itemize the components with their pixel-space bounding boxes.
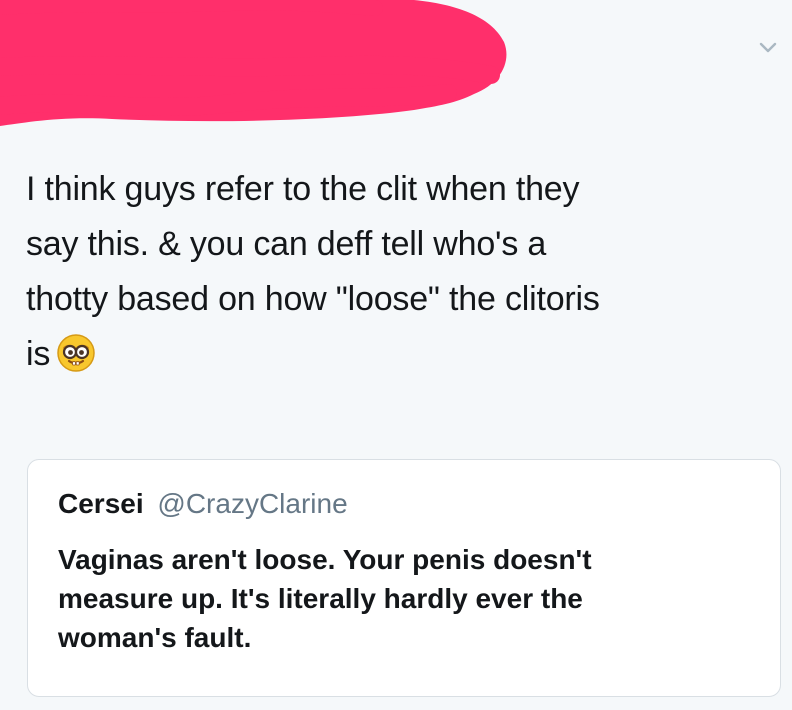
nerd-face-icon: [57, 334, 95, 372]
tweet-text-content: I think guys refer to the clit when they…: [26, 170, 600, 373]
quoted-author-name[interactable]: Cersei: [58, 488, 144, 519]
quoted-tweet-card[interactable]: Cersei @CrazyClarine Vaginas aren't loos…: [27, 459, 781, 697]
redacted-author-scribble: [0, 0, 507, 126]
chevron-down-icon: [759, 42, 777, 53]
quoted-tweet-header: Cersei @CrazyClarine: [58, 487, 348, 521]
tweet-card: I think guys refer to the clit when they…: [0, 0, 792, 710]
quoted-author-handle[interactable]: @CrazyClarine: [157, 488, 347, 519]
quoted-tweet-text: Vaginas aren't loose. Your penis doesn't…: [58, 544, 592, 653]
tweet-text: I think guys refer to the clit when they…: [26, 162, 786, 382]
tweet-options-button[interactable]: [752, 34, 784, 62]
